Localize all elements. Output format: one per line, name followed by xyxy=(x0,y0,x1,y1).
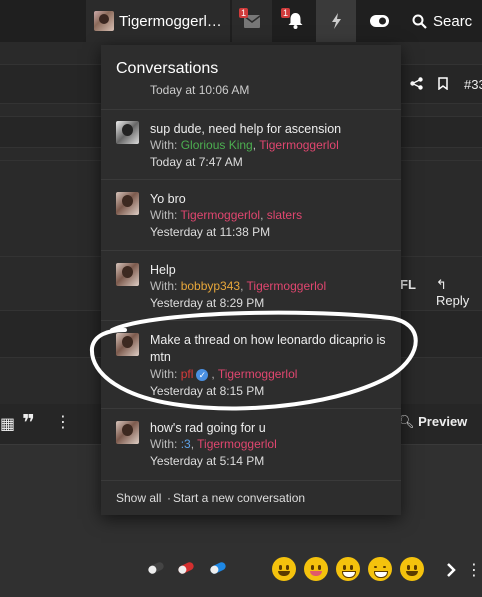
participant-link[interactable]: slaters xyxy=(267,208,302,222)
partial-time: Today at 10:06 AM xyxy=(150,85,250,97)
emoji-more-icon[interactable]: ⋮ xyxy=(466,560,482,580)
quote-icon[interactable]: ❞ xyxy=(22,410,35,436)
search-button[interactable]: Searc xyxy=(412,0,482,42)
inbox-button[interactable]: 1 xyxy=(232,0,272,42)
table-icon[interactable]: ▦ xyxy=(0,414,15,434)
participant-link[interactable]: Tigermoggerlol xyxy=(247,279,327,293)
conversation-time: Yesterday at 8:29 PM xyxy=(150,296,265,310)
conversation-title[interactable]: sup dude, need help for ascension xyxy=(150,121,390,138)
conversation-time: Yesterday at 8:15 PM xyxy=(150,384,265,398)
start-conversation-link[interactable]: Start a new conversation xyxy=(173,491,305,505)
conversation-time: Today at 7:47 AM xyxy=(150,155,243,169)
whats-new-button[interactable] xyxy=(316,0,356,42)
rofl-emoji-icon[interactable] xyxy=(400,557,424,581)
reply-arrow-icon: ↰ xyxy=(436,277,447,292)
conversation-time: Yesterday at 5:14 PM xyxy=(150,454,265,468)
blue-pill-icon[interactable] xyxy=(208,561,228,575)
dropdown-footer: Show all · Start a new conversation xyxy=(101,480,401,515)
conversation-participants: With: Glorious King, Tigermoggerlol xyxy=(150,138,339,152)
share-icon[interactable] xyxy=(410,77,423,90)
dropdown-title[interactable]: Conversations xyxy=(116,60,218,78)
chevron-right-icon[interactable] xyxy=(445,562,457,578)
account-menu-button[interactable]: Tigermoggerl… xyxy=(86,0,230,42)
conversation-item[interactable]: sup dude, need help for ascension With: … xyxy=(101,109,401,180)
style-toggle-button[interactable] xyxy=(360,0,398,42)
more-options-icon[interactable]: ⋮ xyxy=(55,412,71,432)
conversation-item[interactable]: Yo bro With: Tigermoggerlol, slaters Yes… xyxy=(101,179,401,251)
participant-link[interactable]: bobbyp343 xyxy=(181,279,240,293)
conversation-title[interactable]: Help xyxy=(150,262,390,279)
red-pill-icon[interactable] xyxy=(176,561,196,575)
conversation-avatar xyxy=(116,263,139,286)
conversation-list: Today at 10:06 AM sup dude, need help fo… xyxy=(101,85,401,480)
footer-separator: · xyxy=(167,491,171,505)
conversation-avatar xyxy=(116,121,139,144)
user-avatar xyxy=(94,11,114,31)
preview-label: Preview xyxy=(418,414,468,429)
post-number[interactable]: #33 xyxy=(464,77,482,92)
participant-link[interactable]: Tigermoggerlol xyxy=(259,138,339,152)
bookmark-icon[interactable] xyxy=(438,77,448,90)
conversation-item[interactable]: Make a thread on how leonardo dicaprio i… xyxy=(101,320,401,409)
smile-emoji-icon[interactable] xyxy=(272,557,296,581)
grin-emoji-icon[interactable] xyxy=(336,557,360,581)
search-icon xyxy=(412,14,427,29)
preview-button[interactable]: 🔍︎ Preview xyxy=(398,414,467,430)
alerts-badge: 1 xyxy=(281,8,291,18)
conversation-title[interactable]: Make a thread on how leonardo dicaprio i… xyxy=(150,332,390,366)
conversation-participants: With: :3, Tigermoggerlol xyxy=(150,437,277,451)
show-all-link[interactable]: Show all xyxy=(116,491,161,505)
conversations-dropdown: Conversations Today at 10:06 AM sup dude… xyxy=(101,45,401,515)
reply-label: Reply xyxy=(436,293,470,308)
participant-link[interactable]: Tigermoggerlol xyxy=(197,437,277,451)
conversation-avatar xyxy=(116,333,139,356)
alerts-button[interactable]: 1 xyxy=(276,0,314,42)
conversation-title[interactable]: how's rad going for u xyxy=(150,420,390,437)
dropdown-header: Conversations xyxy=(101,45,401,85)
toggle-icon xyxy=(369,15,389,27)
participant-link[interactable]: Glorious King xyxy=(181,138,253,152)
inbox-badge: 1 xyxy=(239,8,249,18)
laughing-emoji-icon[interactable] xyxy=(368,557,392,581)
lightning-bolt-icon xyxy=(331,13,341,29)
pill-icon[interactable] xyxy=(146,561,166,575)
search-label: Searc xyxy=(433,12,473,30)
conversation-avatar xyxy=(116,421,139,444)
top-navbar: Tigermoggerl… 1 1 Searc xyxy=(0,0,482,42)
participant-link[interactable]: pfl xyxy=(181,367,194,381)
conversation-participants: With: Tigermoggerlol, slaters xyxy=(150,208,303,222)
participant-link[interactable]: Tigermoggerlol xyxy=(218,367,298,381)
tongue-emoji-icon[interactable] xyxy=(304,557,328,581)
participant-link[interactable]: Tigermoggerlol xyxy=(180,208,260,222)
conversation-item[interactable]: Help With: bobbyp343, Tigermoggerlol Yes… xyxy=(101,250,401,321)
conversation-title[interactable]: Yo bro xyxy=(150,191,390,208)
conversation-participants: With: pfl ✓, Tigermoggerlol xyxy=(150,367,298,381)
conversation-time: Yesterday at 11:38 PM xyxy=(150,225,271,239)
participant-link[interactable]: :3 xyxy=(181,437,191,451)
account-username: Tigermoggerl… xyxy=(119,12,222,30)
conversation-item[interactable]: how's rad going for u With: :3, Tigermog… xyxy=(101,408,401,480)
verified-badge-icon: ✓ xyxy=(196,368,209,381)
reply-button[interactable]: ↰ Reply xyxy=(436,277,482,308)
conversation-participants: With: bobbyp343, Tigermoggerlol xyxy=(150,279,327,293)
conversation-avatar xyxy=(116,192,139,215)
fl-label: FL xyxy=(400,277,416,292)
